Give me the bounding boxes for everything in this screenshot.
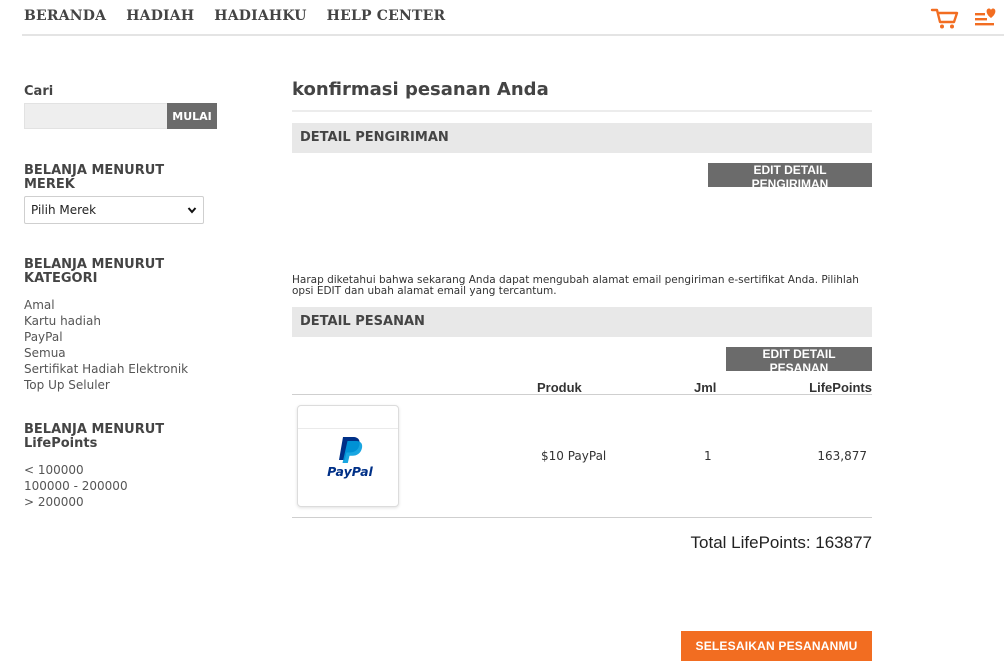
points-range-low[interactable]: < 100000 [24, 462, 128, 478]
item-lifepoints: 163,877 [817, 449, 867, 463]
table-footer-divider [292, 517, 872, 518]
finish-order-button[interactable]: SELESAIKAN PESANANMU [681, 631, 872, 661]
column-product: Produk [537, 380, 582, 395]
nav-item-beranda[interactable]: BERANDA [24, 8, 106, 24]
nav-item-help-center[interactable]: HELP CENTER [327, 8, 446, 24]
paypal-logo-icon: PayPal [327, 437, 374, 479]
shipping-section-header: DETAIL PENGIRIMAN [292, 123, 872, 153]
page-title: konfirmasi pesanan Anda [292, 79, 549, 100]
edit-shipping-button[interactable]: EDIT DETAIL PENGIRIMAN [708, 163, 872, 191]
top-nav: BERANDA HADIAH HADIAHKU HELP CENTER [0, 0, 1004, 36]
email-notice: Harap diketahui bahwa sekarang Anda dapa… [292, 274, 859, 297]
search-label: Cari [24, 84, 54, 99]
category-item-sertifikat[interactable]: Sertifikat Hadiah Elektronik [24, 361, 188, 377]
brand-select-value: Pilih Merek [31, 203, 97, 217]
product-image: PayPal [297, 405, 399, 507]
category-item-semua[interactable]: Semua [24, 345, 188, 361]
search-row: MULAI [24, 103, 217, 129]
search-input[interactable] [24, 103, 167, 129]
category-item-amal[interactable]: Amal [24, 297, 188, 313]
edit-order-button[interactable]: EDIT DETAIL PESANAN [726, 347, 872, 375]
brand-select[interactable]: Pilih Merek [24, 196, 204, 224]
nav-item-hadiah[interactable]: HADIAH [126, 8, 194, 24]
category-item-top-up[interactable]: Top Up Seluler [24, 377, 188, 393]
cart-icon[interactable] [930, 6, 960, 30]
nav-item-hadiahku[interactable]: HADIAHKU [214, 8, 306, 24]
points-range-mid[interactable]: 100000 - 200000 [24, 478, 128, 494]
category-item-kartu-hadiah[interactable]: Kartu hadiah [24, 313, 188, 329]
wishlist-icon[interactable] [972, 6, 998, 30]
points-range-high[interactable]: > 200000 [24, 494, 128, 510]
chevron-down-icon [187, 207, 197, 214]
column-qty: Jml [694, 380, 717, 395]
item-qty: 1 [704, 449, 712, 463]
points-heading: BELANJA MENURUT LifePoints [24, 422, 165, 451]
table-header-divider [292, 394, 872, 395]
nav-menu: BERANDA HADIAH HADIAHKU HELP CENTER [24, 8, 465, 24]
title-divider [292, 110, 872, 112]
paypal-logo-text: PayPal [327, 464, 373, 479]
category-heading: BELANJA MENURUT KATEGORI [24, 257, 165, 286]
category-item-paypal[interactable]: PayPal [24, 329, 188, 345]
nav-divider [22, 34, 1004, 36]
item-product: $10 PayPal [541, 449, 607, 463]
total-lifepoints: Total LifePoints: 163877 [690, 533, 872, 552]
order-section-header: DETAIL PESANAN [292, 307, 872, 337]
brand-heading: BELANJA MENURUT MEREK [24, 163, 165, 192]
points-list: < 100000 100000 - 200000 > 200000 [24, 462, 128, 510]
category-list: Amal Kartu hadiah PayPal Semua Sertifika… [24, 297, 188, 393]
card-divider [298, 428, 398, 429]
search-button[interactable]: MULAI [167, 103, 217, 129]
column-lifepoints: LifePoints [809, 380, 872, 395]
